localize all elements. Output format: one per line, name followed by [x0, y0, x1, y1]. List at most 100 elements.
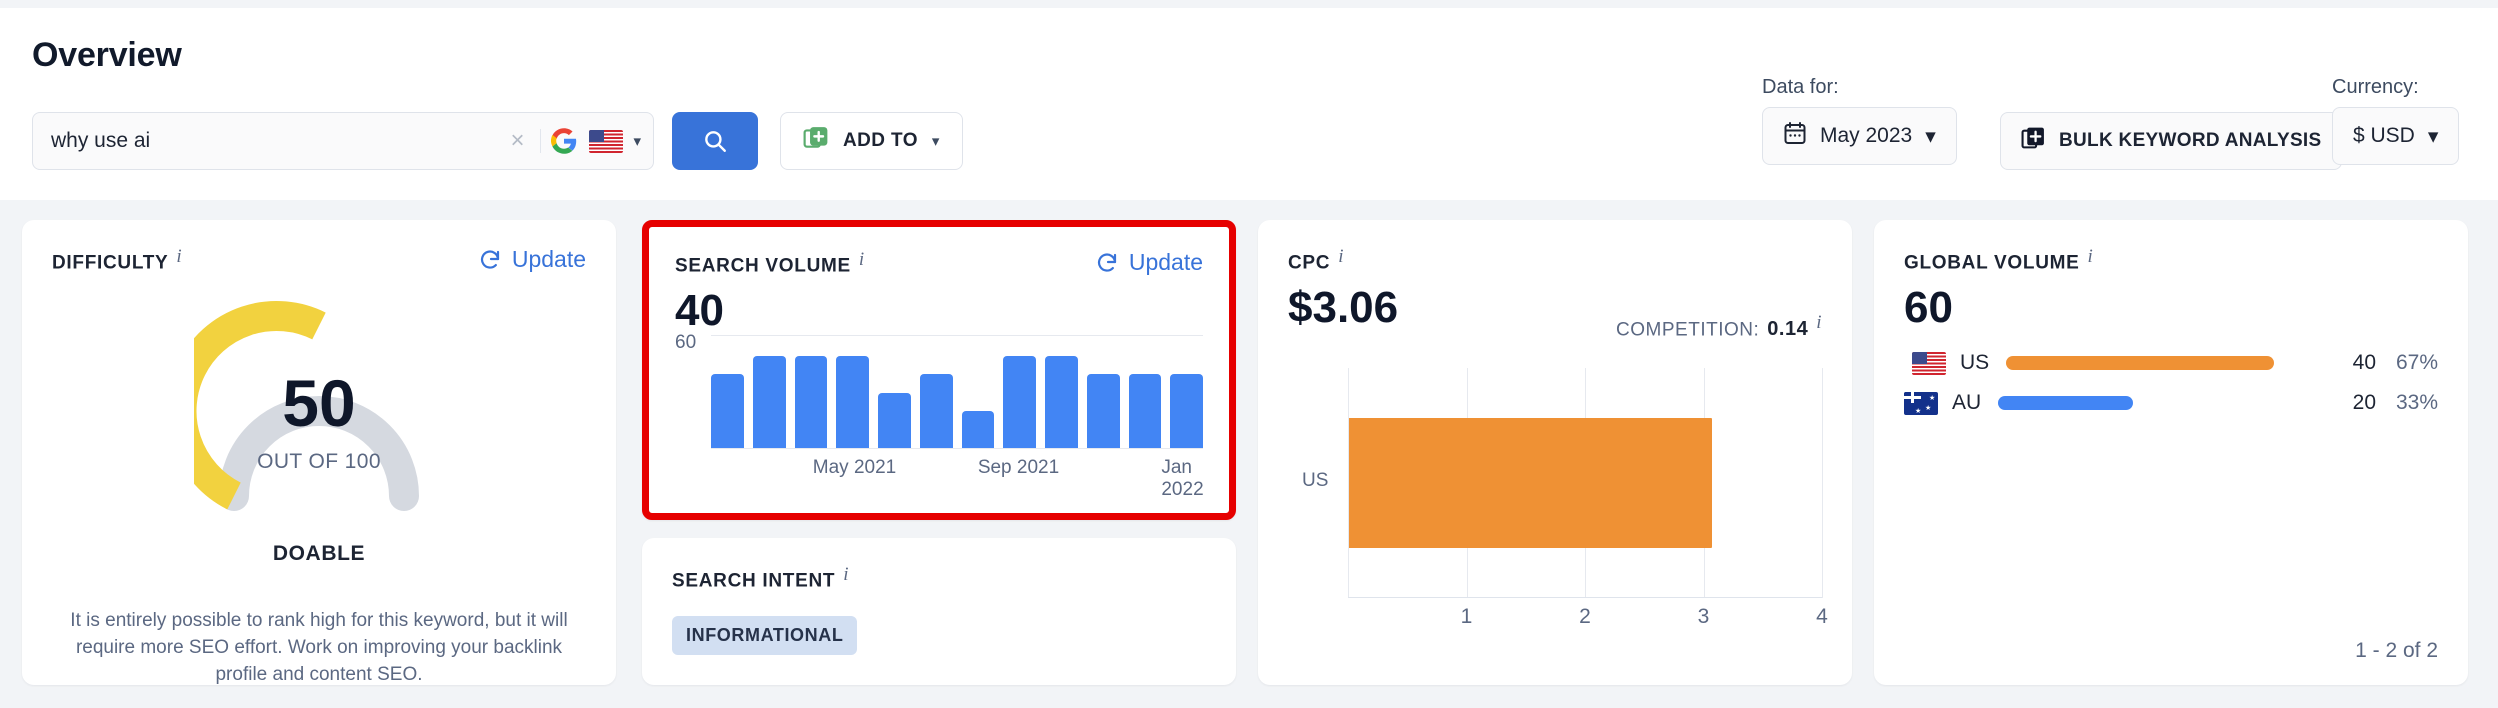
currency-label: Currency:: [2332, 76, 2419, 98]
difficulty-update-label: Update: [511, 246, 586, 272]
search-volume-update-label: Update: [1128, 249, 1203, 275]
info-icon[interactable]: i: [176, 246, 181, 267]
us-flag-icon: [1912, 351, 1946, 375]
currency-select[interactable]: $ USD ▾: [2332, 107, 2460, 165]
volume-value: 40: [2352, 351, 2376, 374]
search-input[interactable]: [33, 129, 501, 153]
metrics-cards: DIFFICULTY i Update 50 OUT OF 100 DOABLE …: [0, 200, 2498, 708]
bar[interactable]: [878, 392, 911, 448]
global-volume-pager: 1 - 2 of 2: [2355, 639, 2438, 662]
calendar-icon: [1783, 121, 1807, 152]
add-to-label: ADD TO: [843, 130, 918, 151]
difficulty-score: 50: [282, 366, 356, 440]
search-volume-y-tick: 60: [675, 332, 697, 353]
divider: [540, 129, 542, 153]
info-icon[interactable]: i: [859, 249, 864, 270]
currency-value: $ USD: [2353, 124, 2415, 147]
bar[interactable]: [711, 374, 744, 448]
chevron-down-icon[interactable]: ▾: [633, 132, 641, 150]
x-tick-label: 2: [1579, 605, 1591, 628]
cpc-value: $3.06: [1288, 283, 1399, 332]
page-title: Overview: [32, 36, 182, 74]
country-code: US: [1960, 351, 1990, 374]
global-volume-title: GLOBAL VOLUME: [1904, 252, 2080, 274]
x-tick-label: Jan 2022: [1161, 457, 1204, 500]
competition-readout: COMPETITION: 0.14 i: [1616, 312, 1822, 341]
bar[interactable]: [1170, 374, 1203, 448]
search-volume-update-button[interactable]: Update: [1095, 249, 1203, 276]
bar[interactable]: [794, 355, 828, 448]
competition-label: COMPETITION:: [1616, 319, 1760, 341]
info-icon[interactable]: i: [843, 564, 848, 585]
gridline: [1822, 368, 1823, 598]
axis-line: [1348, 597, 1822, 598]
cpc-card: CPC i $3.06 COMPETITION: 0.14 i US 1 2 3 4: [1258, 220, 1852, 685]
bar-series: [711, 337, 1203, 448]
refresh-icon: [480, 249, 499, 269]
search-button[interactable]: [672, 112, 758, 170]
x-tick-label: May 2021: [812, 457, 897, 478]
chevron-down-icon: ▾: [931, 133, 940, 150]
search-intent-title: SEARCH INTENT: [672, 570, 836, 592]
data-for-select[interactable]: May 2023 ▾: [1762, 107, 1957, 165]
bar[interactable]: [752, 355, 786, 448]
bulk-keyword-analysis-label: BULK KEYWORD ANALYSIS: [2059, 130, 2322, 151]
info-icon[interactable]: i: [1816, 312, 1822, 333]
gridline: [711, 335, 1203, 336]
difficulty-gauge: 50 OUT OF 100: [166, 298, 444, 528]
info-icon[interactable]: i: [2088, 246, 2093, 267]
cpc-bar: [1349, 418, 1712, 548]
bulk-add-icon: [2021, 125, 2046, 157]
global-volume-value: 60: [1904, 283, 1953, 332]
difficulty-out-of: OUT OF 100: [257, 450, 381, 473]
search-volume-card: SEARCH VOLUME i Update 40 60 May 2021 Sep …: [642, 220, 1236, 520]
bulk-keyword-analysis-button[interactable]: BULK KEYWORD ANALYSIS: [2000, 112, 2343, 170]
search-volume-value: 40: [675, 286, 724, 335]
au-flag-icon: ★ ★ ★: [1904, 391, 1938, 415]
x-tick-label: Sep 2021: [977, 457, 1060, 478]
google-icon[interactable]: [547, 124, 581, 158]
cpc-chart: [1348, 368, 1823, 598]
keyword-search-box[interactable]: × ▾: [32, 112, 654, 170]
info-icon[interactable]: i: [1338, 246, 1343, 267]
bar[interactable]: [919, 374, 953, 448]
top-strip: [0, 0, 2498, 8]
difficulty-update-button[interactable]: Update: [478, 246, 586, 273]
bulk-keyword-group: BULK KEYWORD ANALYSIS: [2000, 112, 2343, 170]
volume-percent: 67%: [2395, 351, 2438, 374]
add-to-icon: [803, 125, 829, 157]
difficulty-description: It is entirely possible to rank high for…: [70, 610, 568, 685]
refresh-icon: [1097, 252, 1116, 272]
volume-bar-track: [2006, 356, 2314, 370]
search-volume-title: SEARCH VOLUME: [675, 255, 851, 277]
volume-bar-track: [1998, 396, 2314, 410]
volume-percent: 33%: [2395, 391, 2438, 414]
difficulty-card: DIFFICULTY i Update 50 OUT OF 100 DOABLE …: [22, 220, 616, 685]
bar[interactable]: [961, 411, 995, 448]
global-volume-row[interactable]: ★ ★ ★ AU 20 33%: [1904, 388, 2438, 418]
difficulty-verdict: DOABLE: [272, 542, 366, 565]
volume-value: 20: [2352, 391, 2376, 414]
global-volume-row[interactable]: US 40 67%: [1904, 348, 2438, 378]
bar[interactable]: [1045, 355, 1078, 448]
volume-bar-fill: [2006, 356, 2274, 370]
search-volume-x-axis: May 2021 Sep 2021 Jan 2022: [711, 457, 1204, 500]
chevron-down-icon: ▾: [2427, 124, 2439, 148]
page-header: Overview × ▾: [0, 8, 2498, 200]
volume-bar-fill: [1998, 396, 2134, 410]
search-volume-chart: [711, 335, 1203, 449]
us-flag-icon[interactable]: [589, 129, 624, 153]
data-for-group: Data for: May 2023 ▾: [1762, 76, 1957, 165]
add-to-button[interactable]: ADD TO ▾: [780, 112, 963, 170]
clear-icon[interactable]: ×: [500, 113, 534, 169]
difficulty-title: DIFFICULTY: [52, 252, 169, 274]
bar[interactable]: [1086, 374, 1120, 448]
overview-page: Overview × ▾: [0, 0, 2498, 708]
bar[interactable]: [1128, 374, 1162, 448]
data-for-value: May 2023: [1820, 124, 1913, 147]
bar[interactable]: [836, 355, 869, 448]
search-intent-chip[interactable]: INFORMATIONAL: [672, 616, 858, 655]
bar[interactable]: [1003, 355, 1036, 448]
x-tick-label: 1: [1460, 605, 1473, 628]
x-tick-label: 4: [1816, 605, 1828, 628]
